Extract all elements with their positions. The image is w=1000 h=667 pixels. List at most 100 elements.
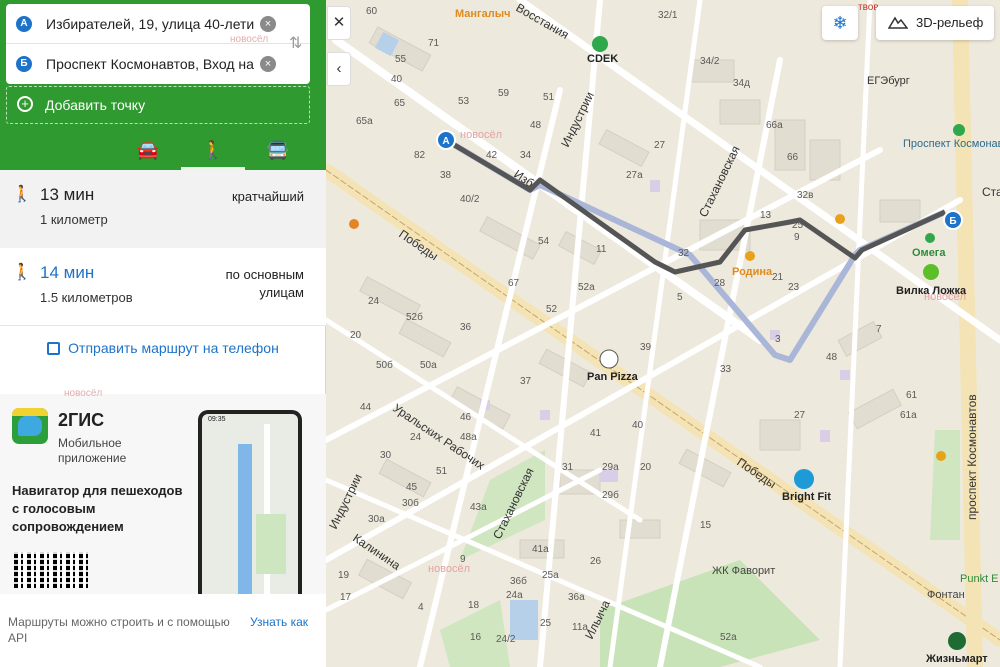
house-number: 36а [568,592,585,603]
watermark: новосёл [230,34,269,45]
svg-text:Б: Б [949,216,956,227]
house-number: 27а [626,170,643,181]
phone-map-green [256,514,286,574]
walk-mode-icon[interactable]: 🚶 [181,132,245,170]
learn-how-link[interactable]: Узнать как [250,614,310,630]
house-number: 29б [602,489,619,501]
point-b-input[interactable]: Проспект Космонавтов, Вход на с [46,56,254,72]
house-number: 37 [520,376,532,387]
route-header: А Избирателей, 19, улица 40-летия × Б Пр… [0,0,326,170]
pan-pizza-icon [599,349,619,369]
route-option[interactable]: 🚶 13 мин 1 километр кратчайший [0,170,326,248]
promo-subtitle: Мобильное приложение [58,436,127,465]
watermark: новосёл [460,129,502,141]
house-number: 26 [590,556,602,567]
route-points: А Избирателей, 19, улица 40-летия × Б Пр… [6,4,310,84]
route-time: 13 мин [40,185,95,204]
house-number: 54 [538,236,550,247]
house-number: 60 [366,6,378,17]
house-number: 55 [395,54,407,65]
house-number: 29а [602,462,619,473]
house-number: 32в [797,190,813,201]
house-number: 48 [826,352,838,363]
house-number: 52а [578,282,595,293]
house-number: 24а [506,590,523,601]
poi-pan-pizza: Pan Pizza [587,371,639,383]
house-number: 40 [632,420,644,431]
mountain-icon [888,16,908,29]
omega-icon [925,233,935,243]
cdek-icon [592,36,608,52]
send-to-phone-button[interactable]: Отправить маршрут на телефон [0,326,326,370]
poi-cdek: CDEK [587,53,618,65]
house-number: 51 [436,466,448,477]
house-number: 30а [368,514,385,525]
house-number: 9 [794,232,800,243]
route-time: 14 мин [40,263,95,282]
marker-b: Б [943,210,963,230]
poi-prospekt-kosmonavtov: Проспект Космонавтов [903,138,1000,150]
close-panel-button[interactable]: ✕ [327,6,351,40]
poi-zhk-favorit: ЖК Фаворит [712,565,775,577]
house-number: 50б [376,359,393,371]
house-number: 30 [380,450,392,461]
house-number: 15 [700,520,712,531]
house-number: 41 [590,428,602,439]
bus-mode-icon[interactable]: 🚍 [246,132,310,170]
house-number: 34д [733,78,750,89]
point-a-input[interactable]: Избирателей, 19, улица 40-летия [46,16,254,32]
house-number: 31 [562,462,574,473]
metro-icon [953,124,965,136]
shop-icon [835,214,845,224]
house-number: 16 [470,632,482,643]
house-number: 33 [720,364,732,375]
send-to-phone-icon [47,342,61,355]
car-mode-icon[interactable]: 🚘 [116,132,180,170]
house-number: 21 [772,272,784,283]
add-point-button[interactable]: + Добавить точку [6,86,310,124]
relief-3d-button[interactable]: 3D-рельеф [876,6,994,40]
point-b-row[interactable]: Б Проспект Космонавтов, Вход на с × [6,44,310,84]
house-number: 25 [792,220,804,231]
poi-bright-fit: Bright Fit [782,491,831,503]
snow-layer-button[interactable]: ❄ [822,6,858,40]
park-area [930,430,960,540]
route-panel: А Избирателей, 19, улица 40-летия × Б Пр… [0,0,326,667]
house-number: 52 [546,304,558,315]
walk-icon: 🚶 [12,186,32,203]
phone-mockup: 09:35 [198,410,302,594]
house-number: 36б [510,575,527,587]
house-number: 24 [368,296,380,307]
house-number: 5 [677,292,683,303]
add-icon: + [17,96,33,112]
house-number: 48а [460,432,477,443]
street-prospekt-kosmonavtov: проспект Космонавтов [965,394,979,520]
clear-point-b-icon[interactable]: × [260,56,276,72]
app-promo[interactable]: новосёл 2ГИС Мобильное приложение Навига… [0,388,326,594]
house-number: 17 [340,592,352,603]
house-number: 61 [906,390,918,401]
shop-icon [936,451,946,461]
swap-points-icon[interactable]: ⇅ [289,34,302,54]
route-distance: 1 километр [40,212,108,227]
svg-text:А: А [442,136,449,147]
zhiznmart-icon [948,632,966,650]
house-number: 27 [654,140,666,151]
route-option[interactable]: 🚶 14 мин 1.5 километров по основным улиц… [0,248,326,326]
collapse-panel-button[interactable]: ‹ [327,52,351,86]
poi-fontan: Фонтан [927,589,965,601]
clear-point-a-icon[interactable]: × [260,16,276,32]
house-number: 3 [775,334,781,345]
poi-zhiznmart: Жизньмарт [925,653,988,665]
route-type: по основным улицам [225,267,304,300]
transport-modes: 🚘 🚶 🚍 [0,126,326,170]
house-number: 82 [414,150,426,161]
cafe-icon [349,219,359,229]
house-number: 41а [532,544,549,555]
house-number: 25 [540,618,552,629]
house-number: 32 [678,248,690,259]
relief-3d-label: 3D-рельеф [916,15,984,30]
point-b-badge: Б [16,56,32,72]
house-number: 65а [356,116,373,127]
house-number: 65 [394,98,406,109]
